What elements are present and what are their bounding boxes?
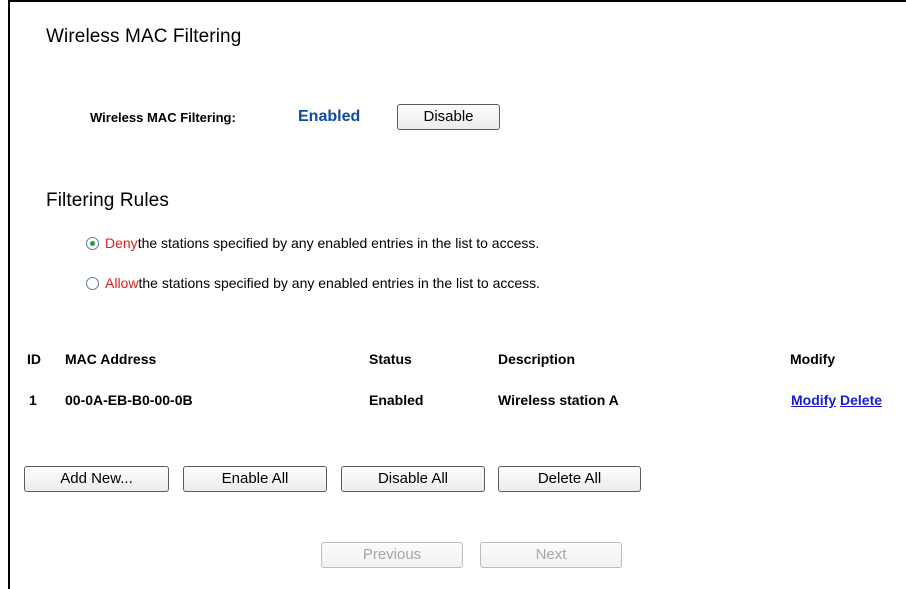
mac-filtering-status-label: Wireless MAC Filtering: [90,110,236,125]
frame-top-border [8,0,906,2]
col-header-status: Status [369,351,412,367]
allow-rule-option[interactable]: Allow the stations specified by any enab… [86,275,540,291]
row-status: Enabled [369,392,424,408]
col-header-id: ID [27,351,41,367]
allow-description: the stations specified by any enabled en… [138,275,541,291]
delete-all-button[interactable]: Delete All [498,466,641,492]
frame-left-border [8,0,10,589]
deny-description: the stations specified by any enabled en… [137,235,540,251]
disable-button[interactable]: Disable [397,104,500,130]
row-modify-actions: Modify Delete [791,392,882,408]
section-title: Wireless MAC Filtering [46,26,242,47]
add-new-button[interactable]: Add New... [24,466,169,492]
filtering-rules-title: Filtering Rules [46,190,169,211]
row-description: Wireless station A [498,392,619,408]
col-header-mac-address: MAC Address [65,351,157,367]
mac-filtering-status-value: Enabled [298,108,361,125]
allow-radio[interactable] [86,276,99,290]
col-header-modify: Modify [790,351,836,367]
enable-all-button[interactable]: Enable All [183,466,327,492]
deny-radio[interactable] [86,236,99,250]
modify-link[interactable]: Modify [791,392,836,408]
deny-keyword: Deny [105,235,138,251]
allow-keyword: Allow [105,275,139,291]
col-header-description: Description [498,351,576,367]
delete-link[interactable]: Delete [840,392,882,408]
row-mac-address: 00-0A-EB-B0-00-0B [65,392,193,408]
row-id: 1 [29,392,37,408]
deny-rule-option[interactable]: Deny the stations specified by any enabl… [86,235,539,251]
next-button[interactable]: Next [480,542,622,568]
disable-all-button[interactable]: Disable All [341,466,485,492]
previous-button[interactable]: Previous [321,542,463,568]
